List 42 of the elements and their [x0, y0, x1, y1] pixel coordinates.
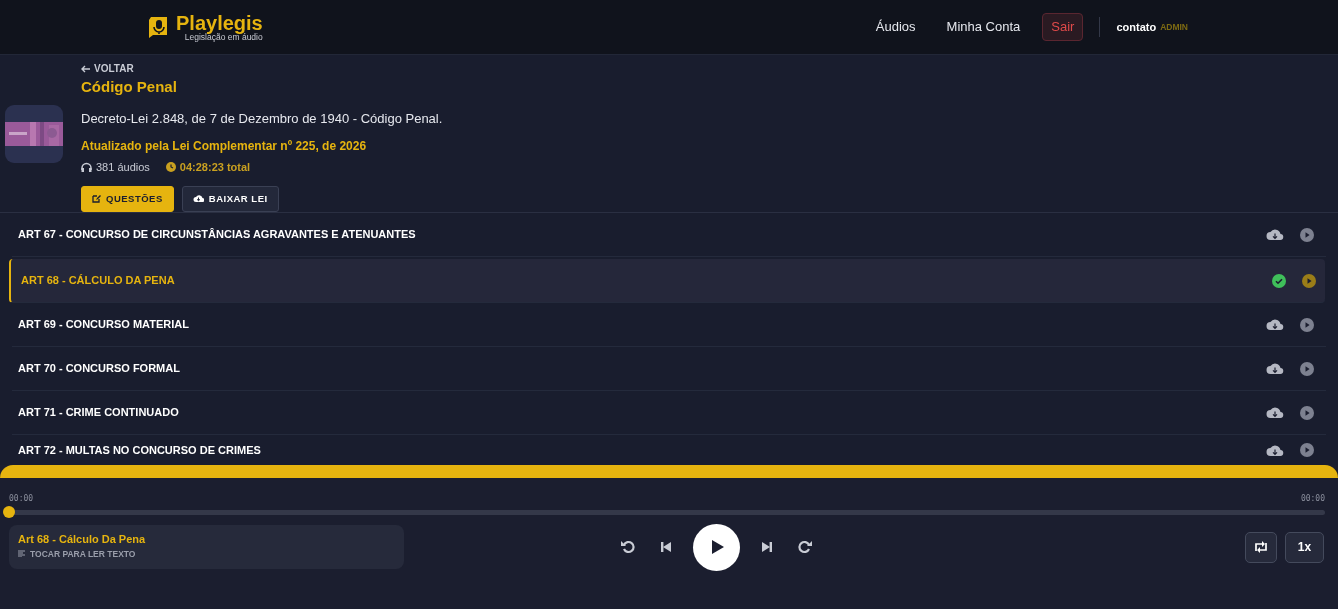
- play-icon[interactable]: [1300, 443, 1314, 457]
- article-row[interactable]: ART 70 - CONCURSO FORMAL: [12, 347, 1326, 391]
- repeat-icon: [1254, 541, 1268, 553]
- arrow-left-icon: [81, 64, 90, 73]
- play-icon[interactable]: [1300, 227, 1314, 242]
- edit-icon: [92, 194, 101, 204]
- repeat-button[interactable]: [1245, 531, 1277, 563]
- track-title: Art 68 - Cálculo Da Pena: [18, 532, 147, 547]
- user-role: ADMIN: [1160, 20, 1188, 34]
- text-lines-icon: [18, 550, 26, 558]
- user-name: contato: [1116, 19, 1157, 35]
- article-row[interactable]: ART 72 - MULTAS NO CONCURSO DE CRIMES: [12, 435, 1326, 465]
- article-row[interactable]: ART 71 - CRIME CONTINUADO: [12, 391, 1326, 435]
- play-button[interactable]: [693, 523, 740, 571]
- nav-link[interactable]: Áudios: [875, 17, 916, 37]
- play-icon[interactable]: [1300, 317, 1314, 332]
- cloud-download-icon: [192, 194, 204, 204]
- back-link[interactable]: VOLTAR: [81, 61, 134, 76]
- audio-count: 381 áudios: [96, 160, 150, 175]
- now-playing-card[interactable]: Art 68 - Cálculo Da Pena TOCAR PARA LER TEXTO: [9, 525, 404, 569]
- law-title: Código Penal: [81, 77, 178, 97]
- headphones-icon: [81, 162, 92, 173]
- play-icon[interactable]: [1300, 405, 1314, 420]
- read-text-hint: TOCAR PARA LER TEXTO: [30, 547, 136, 561]
- update-note: Atualizado pela Lei Complementar nº 225, de 2026: [81, 138, 368, 155]
- duration: 00:00: [1300, 493, 1325, 505]
- download-law-button[interactable]: BAIXAR LEI: [181, 185, 279, 212]
- total-time: 04:28:23 total: [179, 160, 251, 175]
- nav-link[interactable]: Minha Conta: [946, 17, 1021, 37]
- law-description: Decreto-Lei 2.848, de 7 de Dezembro de 1940 - Código Penal.: [81, 109, 443, 128]
- article-row[interactable]: ART 67 - CONCURSO DE CIRCUNSTÂNCIAS AGRAVANTES E ATENUANTES: [12, 213, 1326, 257]
- clock-icon: [165, 162, 176, 173]
- play-icon[interactable]: [1302, 273, 1316, 288]
- progress-thumb[interactable]: [3, 505, 15, 518]
- questions-button[interactable]: QUESTÕES: [81, 185, 174, 212]
- article-row[interactable]: ART 69 - CONCURSO MATERIAL: [12, 303, 1326, 347]
- logout-button[interactable]: Sair: [1042, 13, 1084, 41]
- article-row[interactable]: ART 68 - CÁLCULO DA PENA: [9, 259, 1325, 303]
- speed-button[interactable]: 1x: [1285, 531, 1324, 563]
- play-icon[interactable]: [1300, 361, 1314, 376]
- logo-title: Playlegis: [176, 12, 263, 33]
- current-time: 00:00: [9, 493, 34, 505]
